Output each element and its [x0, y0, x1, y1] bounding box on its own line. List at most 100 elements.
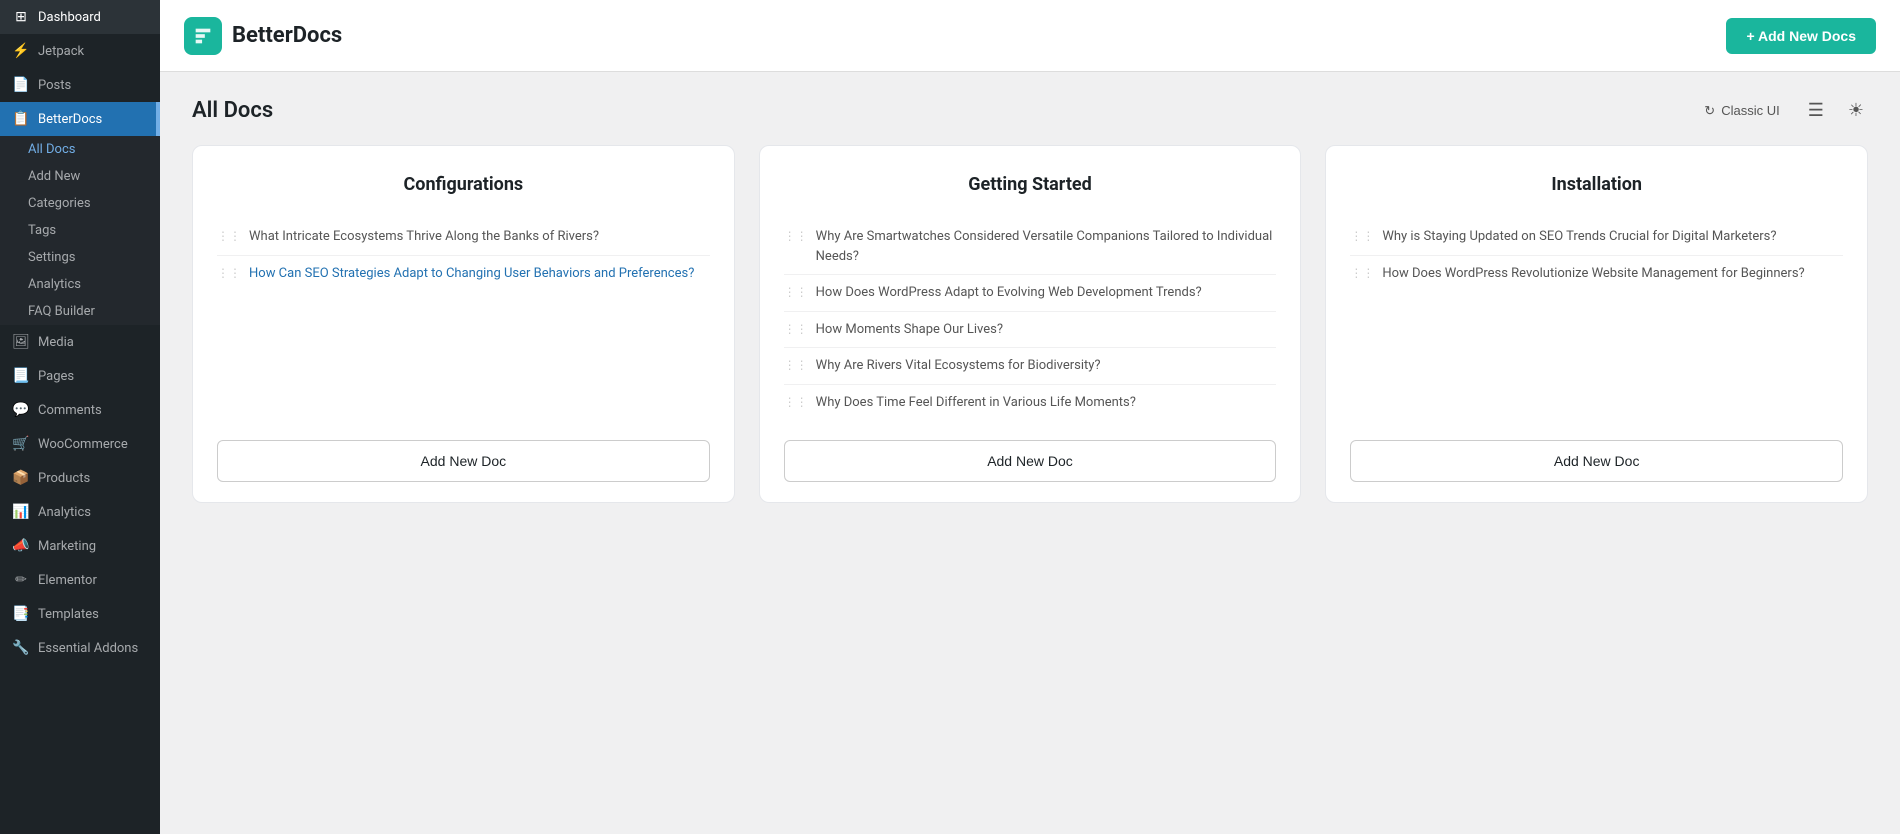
list-item: ⋮⋮ Why is Staying Updated on SEO Trends …	[1350, 219, 1843, 255]
sidebar-item-marketing[interactable]: 📣 Marketing	[0, 529, 160, 563]
list-item: ⋮⋮ How Does WordPress Adapt to Evolving …	[784, 274, 1277, 311]
card-item-text: How Does WordPress Adapt to Evolving Web…	[816, 283, 1202, 303]
sidebar-label-pages: Pages	[38, 369, 74, 384]
main-area: BetterDocs + Add New Docs All Docs ↻ Cla…	[160, 0, 1900, 834]
drag-handle-icon: ⋮⋮	[784, 229, 808, 243]
card-items-installation: ⋮⋮ Why is Staying Updated on SEO Trends …	[1350, 219, 1843, 420]
classic-ui-button[interactable]: ↻ Classic UI	[1696, 99, 1787, 123]
list-item: ⋮⋮ How Moments Shape Our Lives?	[784, 311, 1277, 348]
list-item: ⋮⋮ What Intricate Ecosystems Thrive Alon…	[217, 219, 710, 255]
sidebar-item-media[interactable]: 🖼 Media	[0, 325, 160, 359]
betterdocs-icon: 📋	[12, 110, 30, 128]
submenu-item-tags[interactable]: Tags	[0, 217, 160, 244]
drag-handle-icon: ⋮⋮	[784, 395, 808, 409]
sidebar-item-betterdocs[interactable]: 📋 BetterDocs	[0, 102, 160, 136]
sidebar-label-posts: Posts	[38, 78, 71, 93]
add-new-docs-button[interactable]: + Add New Docs	[1726, 18, 1876, 54]
sidebar-item-templates[interactable]: 📑 Templates	[0, 597, 160, 631]
betterdocs-submenu: All Docs Add New Categories Tags Setting…	[0, 136, 160, 325]
sidebar-item-pages[interactable]: 📃 Pages	[0, 359, 160, 393]
card-getting-started: Getting Started ⋮⋮ Why Are Smartwatches …	[759, 145, 1302, 503]
card-title-getting-started: Getting Started	[784, 174, 1277, 195]
dashboard-icon: ⊞	[12, 8, 30, 26]
sun-icon: ☀	[1848, 100, 1864, 120]
sidebar: ⊞ Dashboard ⚡ Jetpack 📄 Posts 📋 BetterDo…	[0, 0, 160, 834]
classic-ui-label: Classic UI	[1721, 103, 1780, 118]
list-item: ⋮⋮ Why Are Smartwatches Considered Versa…	[784, 219, 1277, 274]
card-item-text: What Intricate Ecosystems Thrive Along t…	[249, 227, 599, 247]
card-item-text: Why Are Rivers Vital Ecosystems for Biod…	[816, 356, 1101, 376]
sidebar-item-jetpack[interactable]: ⚡ Jetpack	[0, 34, 160, 68]
card-item-text: Why Does Time Feel Different in Various …	[816, 393, 1136, 413]
list-item: ⋮⋮ Why Does Time Feel Different in Vario…	[784, 384, 1277, 421]
page-title-bar: All Docs ↻ Classic UI ☰ ☀	[192, 96, 1868, 125]
submenu-item-faq-builder[interactable]: FAQ Builder	[0, 298, 160, 325]
card-item-text: How Does WordPress Revolutionize Website…	[1382, 264, 1804, 284]
add-doc-button-installation[interactable]: Add New Doc	[1350, 440, 1843, 482]
sidebar-label-betterdocs: BetterDocs	[38, 112, 102, 127]
sidebar-item-elementor[interactable]: ✏ Elementor	[0, 563, 160, 597]
card-item-text: Why is Staying Updated on SEO Trends Cru…	[1382, 227, 1776, 247]
logo-area: BetterDocs	[184, 17, 342, 55]
jetpack-icon: ⚡	[12, 42, 30, 60]
sidebar-label-woocommerce: WooCommerce	[38, 437, 128, 452]
sidebar-item-dashboard[interactable]: ⊞ Dashboard	[0, 0, 160, 34]
sidebar-label-templates: Templates	[38, 607, 99, 622]
drag-handle-icon: ⋮⋮	[1350, 266, 1374, 280]
sidebar-label-dashboard: Dashboard	[38, 10, 101, 25]
sidebar-item-woocommerce[interactable]: 🛒 WooCommerce	[0, 427, 160, 461]
card-items-getting-started: ⋮⋮ Why Are Smartwatches Considered Versa…	[784, 219, 1277, 420]
add-doc-button-configurations[interactable]: Add New Doc	[217, 440, 710, 482]
sidebar-item-posts[interactable]: 📄 Posts	[0, 68, 160, 102]
sidebar-item-essential-addons[interactable]: 🔧 Essential Addons	[0, 631, 160, 665]
list-item: ⋮⋮ Why Are Rivers Vital Ecosystems for B…	[784, 347, 1277, 384]
hamburger-icon: ☰	[1808, 100, 1824, 120]
card-title-configurations: Configurations	[217, 174, 710, 195]
add-doc-button-getting-started[interactable]: Add New Doc	[784, 440, 1277, 482]
drag-handle-icon: ⋮⋮	[784, 322, 808, 336]
title-actions: ↻ Classic UI ☰ ☀	[1696, 96, 1868, 125]
media-icon: 🖼	[12, 333, 30, 351]
templates-icon: 📑	[12, 605, 30, 623]
analytics-icon: 📊	[12, 503, 30, 521]
elementor-icon: ✏	[12, 571, 30, 589]
card-item-link[interactable]: How Can SEO Strategies Adapt to Changing…	[249, 264, 694, 284]
sidebar-label-marketing: Marketing	[38, 539, 96, 554]
sidebar-label-elementor: Elementor	[38, 573, 97, 588]
logo-text: BetterDocs	[232, 23, 342, 48]
drag-handle-icon: ⋮⋮	[784, 358, 808, 372]
drag-handle-icon: ⋮⋮	[217, 266, 241, 280]
submenu-item-analytics[interactable]: Analytics	[0, 271, 160, 298]
logo-icon	[184, 17, 222, 55]
header: BetterDocs + Add New Docs	[160, 0, 1900, 72]
sidebar-item-analytics[interactable]: 📊 Analytics	[0, 495, 160, 529]
sidebar-item-comments[interactable]: 💬 Comments	[0, 393, 160, 427]
submenu-item-all-docs[interactable]: All Docs	[0, 136, 160, 163]
card-items-configurations: ⋮⋮ What Intricate Ecosystems Thrive Alon…	[217, 219, 710, 420]
card-configurations: Configurations ⋮⋮ What Intricate Ecosyst…	[192, 145, 735, 503]
pages-icon: 📃	[12, 367, 30, 385]
drag-handle-icon: ⋮⋮	[217, 229, 241, 243]
submenu-item-categories[interactable]: Categories	[0, 190, 160, 217]
list-item: ⋮⋮ How Does WordPress Revolutionize Webs…	[1350, 255, 1843, 292]
sidebar-label-products: Products	[38, 471, 90, 486]
sidebar-label-analytics: Analytics	[38, 505, 91, 520]
sidebar-label-essential-addons: Essential Addons	[38, 641, 138, 656]
marketing-icon: 📣	[12, 537, 30, 555]
card-item-text: How Moments Shape Our Lives?	[816, 320, 1003, 340]
comments-icon: 💬	[12, 401, 30, 419]
list-item: ⋮⋮ How Can SEO Strategies Adapt to Chang…	[217, 255, 710, 292]
submenu-item-add-new[interactable]: Add New	[0, 163, 160, 190]
drag-handle-icon: ⋮⋮	[784, 285, 808, 299]
menu-icon-button[interactable]: ☰	[1804, 96, 1828, 125]
card-installation: Installation ⋮⋮ Why is Staying Updated o…	[1325, 145, 1868, 503]
theme-toggle-button[interactable]: ☀	[1844, 96, 1868, 125]
drag-handle-icon: ⋮⋮	[1350, 229, 1374, 243]
card-item-text: Why Are Smartwatches Considered Versatil…	[816, 227, 1277, 266]
submenu-item-settings[interactable]: Settings	[0, 244, 160, 271]
content-area: All Docs ↻ Classic UI ☰ ☀ Configurations	[160, 72, 1900, 834]
sidebar-item-products[interactable]: 📦 Products	[0, 461, 160, 495]
refresh-icon: ↻	[1704, 103, 1715, 119]
page-title: All Docs	[192, 98, 273, 123]
posts-icon: 📄	[12, 76, 30, 94]
